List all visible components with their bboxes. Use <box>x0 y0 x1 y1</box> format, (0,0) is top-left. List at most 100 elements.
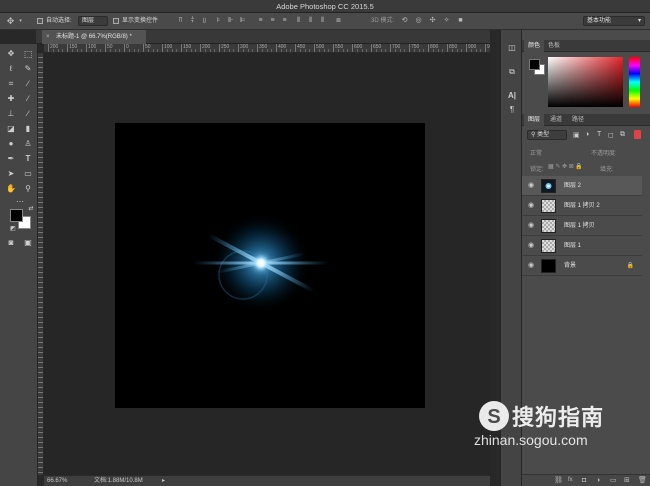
blur-icon[interactable]: ● <box>4 138 18 150</box>
layer-name[interactable]: 背景 <box>564 256 576 276</box>
screen-mode-icon[interactable]: ▣ <box>21 237 35 249</box>
eye-icon[interactable]: ◉ <box>528 242 536 250</box>
eyedropper-icon[interactable]: ∕ <box>21 78 35 90</box>
layer-name[interactable]: 图层 1 拷贝 2 <box>564 196 600 216</box>
filter-type-icon[interactable]: T <box>597 131 601 138</box>
distribute-bottom-icon[interactable]: ≡ <box>280 16 289 26</box>
stamp-icon[interactable]: ⊥ <box>4 108 18 120</box>
history-brush-icon[interactable]: ∕ <box>21 108 35 120</box>
properties-icon[interactable]: ⧉ <box>506 66 518 78</box>
eye-icon[interactable]: ◉ <box>528 262 536 270</box>
lasso-icon[interactable]: ℓ <box>4 63 18 75</box>
character-icon[interactable]: A| <box>506 90 518 102</box>
path-select-icon[interactable]: ➤ <box>4 168 18 180</box>
filter-toggle[interactable] <box>634 130 641 139</box>
hand-icon[interactable]: ✋ <box>4 183 18 195</box>
panel-foreground-swatch[interactable] <box>529 59 540 70</box>
eye-icon[interactable]: ◉ <box>528 202 536 210</box>
layer-row[interactable]: ◉ 图层 1 <box>522 236 642 256</box>
align-vcenter-icon[interactable]: ⫩ <box>188 16 197 26</box>
crop-icon[interactable]: ⌗ <box>4 78 18 90</box>
tab-color[interactable]: 颜色 <box>524 40 545 52</box>
close-tab-icon[interactable]: × <box>46 30 50 44</box>
color-spectrum[interactable] <box>548 57 623 107</box>
layer-row[interactable]: ◉ 图层 2 <box>522 176 642 196</box>
layer-filter-dropdown[interactable]: ⚲ 类型 <box>527 130 567 140</box>
new-group-icon[interactable]: ▭ <box>610 475 617 486</box>
status-menu-arrow-icon[interactable]: ▸ <box>162 476 165 486</box>
link-layers-icon[interactable]: ⛓ <box>554 475 563 486</box>
tab-swatches[interactable]: 色板 <box>544 40 564 52</box>
history-icon[interactable]: ◫ <box>506 42 518 54</box>
quick-select-icon[interactable]: ✎ <box>21 63 35 75</box>
3d-slide-icon[interactable]: ✧ <box>442 16 451 26</box>
swap-colors-icon[interactable]: ⇄ <box>24 203 38 215</box>
eraser-icon[interactable]: ◪ <box>4 123 18 135</box>
distribute-right-icon[interactable]: ⦀ <box>318 16 327 26</box>
gradient-icon[interactable]: ▮ <box>21 123 35 135</box>
type-icon[interactable]: T <box>21 153 35 165</box>
move-tool-icon[interactable]: ✥ <box>6 16 15 26</box>
layer-row[interactable]: ◉ 图层 1 拷贝 2 <box>522 196 642 216</box>
align-top-icon[interactable]: ⫪ <box>176 16 185 26</box>
align-left-icon[interactable]: ⊧ <box>214 16 223 26</box>
eye-icon[interactable]: ◉ <box>528 222 536 230</box>
align-right-icon[interactable]: ⊫ <box>238 16 247 26</box>
foreground-color-swatch[interactable] <box>10 209 23 222</box>
align-hcenter-icon[interactable]: ⊪ <box>226 16 235 26</box>
hue-slider[interactable] <box>629 57 640 107</box>
pen-icon[interactable]: ✒ <box>4 153 18 165</box>
default-colors-icon[interactable]: ◩ <box>6 223 20 235</box>
filter-shape-icon[interactable]: ◻ <box>608 131 614 139</box>
move-icon[interactable]: ✥ <box>4 48 18 60</box>
distribute-left-icon[interactable]: ⦀ <box>294 16 303 26</box>
chevron-down-icon[interactable]: ▾ <box>16 16 25 26</box>
color-panel-tabs: 颜色 色板 <box>522 40 650 52</box>
filter-smart-icon[interactable]: ⧉ <box>620 131 625 139</box>
tab-channels[interactable]: 通道 <box>546 114 566 126</box>
filter-pixel-icon[interactable]: ▣ <box>573 131 580 139</box>
align-bottom-icon[interactable]: ⫫ <box>200 16 209 26</box>
tab-paths[interactable]: 路径 <box>568 114 588 126</box>
quick-mask-icon[interactable]: ◙ <box>4 237 18 249</box>
lock-pixels-icon[interactable]: ▦ ✎ ✥ ⊠ 🔒 <box>548 163 583 170</box>
auto-select-checkbox[interactable] <box>37 18 43 24</box>
layer-name[interactable]: 图层 1 <box>564 236 581 256</box>
show-transform-checkbox[interactable] <box>113 18 119 24</box>
layer-name[interactable]: 图层 2 <box>564 176 581 196</box>
fx-icon[interactable]: fx <box>568 475 573 486</box>
auto-align-icon[interactable]: ⧈ <box>334 16 343 26</box>
3d-roll-icon[interactable]: ◎ <box>414 16 423 26</box>
delete-layer-icon[interactable]: 🗑 <box>638 475 647 486</box>
zoom-level[interactable]: 66.67% <box>47 476 67 486</box>
new-layer-icon[interactable]: ⊞ <box>624 475 630 486</box>
3d-rotate-icon[interactable]: ⟲ <box>400 16 409 26</box>
document-tab[interactable]: × 未标题-1 @ 66.7%(RGB/8) * <box>42 30 146 44</box>
shape-icon[interactable]: ▭ <box>21 168 35 180</box>
eye-icon[interactable]: ◉ <box>528 182 536 190</box>
zoom-icon[interactable]: ⚲ <box>21 183 35 195</box>
auto-select-dropdown[interactable]: 图层 <box>78 16 108 26</box>
layer-row[interactable]: ◉ 图层 1 拷贝 <box>522 216 642 236</box>
3d-drag-icon[interactable]: ✣ <box>428 16 437 26</box>
layer-row[interactable]: ◉ 背景 🔒 <box>522 256 642 276</box>
workspace-dropdown[interactable]: 基本功能 ▾ <box>583 16 645 26</box>
document-canvas[interactable] <box>115 123 425 408</box>
marquee-icon[interactable]: ⬚ <box>21 48 35 60</box>
distribute-hcenter-icon[interactable]: ⦀ <box>306 16 315 26</box>
lock-icon[interactable]: 🔒 <box>627 262 634 269</box>
dodge-icon[interactable]: ♙ <box>21 138 35 150</box>
tab-layers[interactable]: 图层 <box>524 114 545 126</box>
adjustment-layer-icon[interactable]: ◑ <box>596 475 600 486</box>
brush-icon[interactable]: ∕ <box>21 93 35 105</box>
layer-name[interactable]: 图层 1 拷贝 <box>564 216 595 236</box>
blend-mode-value[interactable]: 正常 <box>530 148 542 157</box>
ruler-tick <box>238 44 239 52</box>
3d-scale-icon[interactable]: ■ <box>456 16 465 26</box>
paragraph-icon[interactable]: ¶ <box>506 104 518 116</box>
filter-adjust-icon[interactable]: ◑ <box>585 131 589 138</box>
add-mask-icon[interactable]: ◘ <box>582 475 586 486</box>
distribute-top-icon[interactable]: ≡ <box>256 16 265 26</box>
healing-icon[interactable]: ✚ <box>4 93 18 105</box>
distribute-vcenter-icon[interactable]: ≡ <box>268 16 277 26</box>
